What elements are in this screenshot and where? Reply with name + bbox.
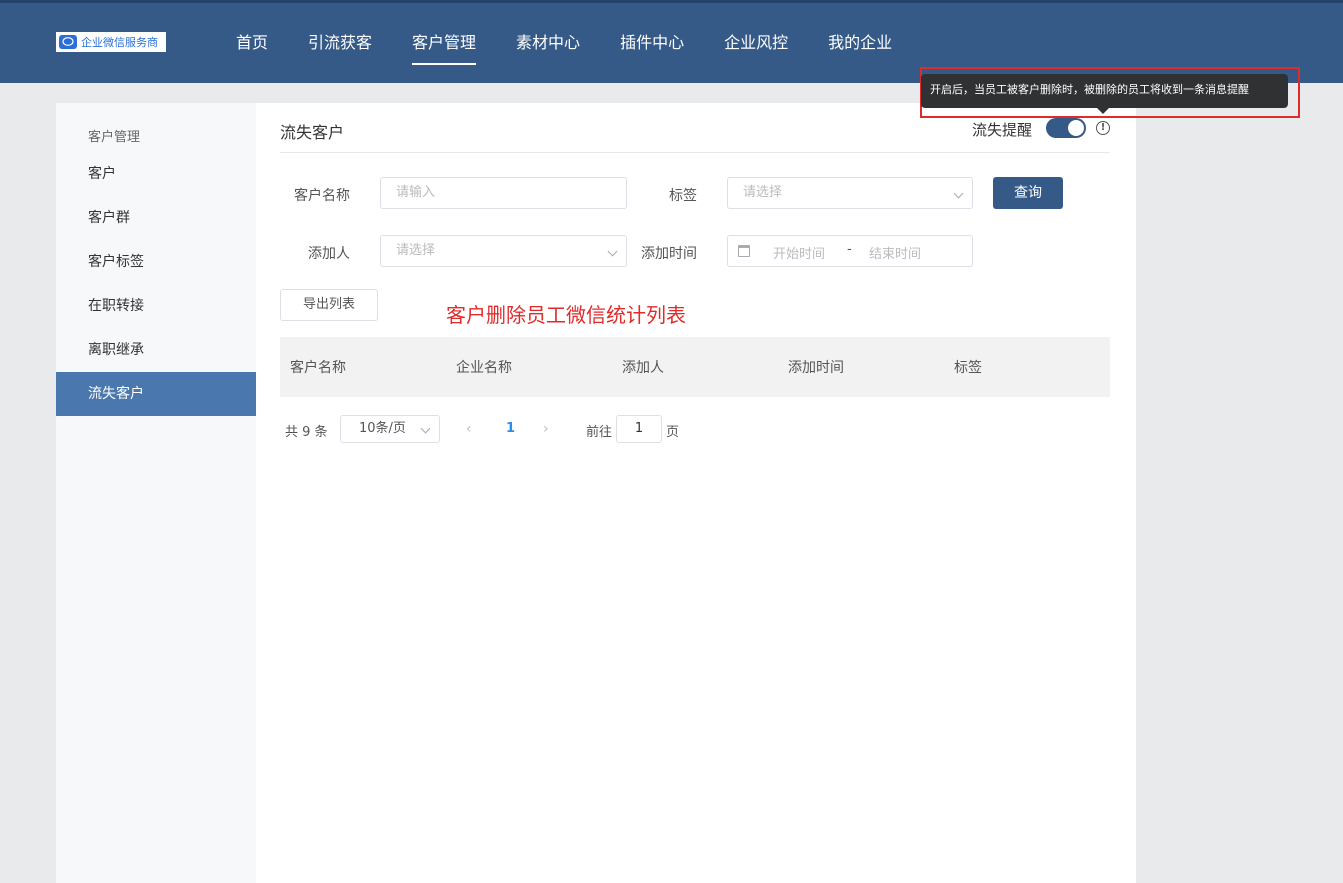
column-header: 企业名称	[456, 360, 512, 376]
customer-name-input[interactable]: 请输入	[380, 177, 627, 209]
column-header: 客户名称	[290, 360, 346, 376]
column-header: 标签	[954, 360, 982, 376]
chat-bubble-icon	[59, 35, 77, 49]
search-button[interactable]: 查询	[993, 177, 1063, 209]
table-header: 客户名称 企业名称 添加人 添加时间 标签	[280, 337, 1110, 397]
sidebar-item-onjob-transfer[interactable]: 在职转接	[56, 284, 256, 328]
sidebar: 客户管理 客户 客户群 客户标签 在职转接 离职继承 流失客户	[56, 103, 256, 883]
loss-reminder-toggle[interactable]	[1046, 118, 1086, 138]
goto-label: 前往	[586, 425, 613, 440]
goto-page-input[interactable]: 1	[616, 415, 662, 443]
adder-select[interactable]: 请选择	[380, 235, 627, 267]
add-time-range-picker[interactable]: 开始时间 - 结束时间	[727, 235, 973, 267]
reminder-tooltip: 开启后，当员工被客户删除时，被删除的员工将收到一条消息提醒	[921, 74, 1288, 108]
end-time-input[interactable]: 结束时间	[869, 243, 921, 262]
main-panel: 流失客户 流失提醒 ! 客户名称 请输入 标签 请选择 查询 添加人 请选择 添…	[256, 103, 1136, 883]
page-title: 流失客户	[280, 123, 345, 142]
sidebar-item-resigned-inheritance[interactable]: 离职继承	[56, 328, 256, 372]
tooltip-arrow	[1097, 108, 1109, 114]
column-header: 添加时间	[788, 360, 844, 376]
sidebar-item-customers[interactable]: 客户	[56, 152, 256, 196]
nav-item-customer-management[interactable]: 客户管理	[412, 3, 477, 83]
main-nav: 首页 引流获客 客户管理 素材中心 插件中心 企业风控 我的企业	[236, 3, 932, 83]
add-time-label: 添加时间	[641, 246, 697, 262]
adder-label: 添加人	[308, 246, 350, 262]
loss-reminder-label: 流失提醒	[972, 121, 1033, 139]
page-size-value: 10条/页	[359, 421, 406, 436]
start-time-input[interactable]: 开始时间	[773, 243, 825, 262]
tag-label: 标签	[669, 188, 697, 204]
prev-page-icon[interactable]: ‹	[466, 421, 472, 437]
nav-item-plugins[interactable]: 插件中心	[620, 3, 684, 83]
divider	[280, 152, 1110, 153]
sidebar-item-lost-customers[interactable]: 流失客户	[56, 372, 256, 416]
pagination-total: 共 9 条	[285, 425, 328, 440]
page-size-select[interactable]: 10条/页	[340, 415, 440, 443]
range-separator: -	[847, 242, 852, 257]
next-page-icon[interactable]: ›	[543, 421, 549, 437]
calendar-icon	[738, 245, 750, 257]
nav-item-my-enterprise[interactable]: 我的企业	[828, 3, 892, 83]
nav-item-lead-generation[interactable]: 引流获客	[308, 3, 372, 83]
logo[interactable]: 企业微信服务商	[56, 32, 166, 52]
chevron-down-icon	[953, 188, 964, 199]
nav-item-risk-control[interactable]: 企业风控	[724, 3, 788, 83]
adder-select-placeholder: 请选择	[396, 243, 436, 258]
sidebar-item-customer-groups[interactable]: 客户群	[56, 196, 256, 240]
chevron-down-icon	[607, 246, 618, 257]
tag-select-placeholder: 请选择	[743, 185, 783, 200]
customer-name-label: 客户名称	[294, 188, 350, 204]
page-suffix: 页	[666, 425, 680, 440]
export-list-button[interactable]: 导出列表	[280, 289, 378, 321]
logo-text: 企业微信服务商	[81, 36, 158, 49]
tag-select[interactable]: 请选择	[727, 177, 973, 209]
chevron-down-icon	[420, 423, 431, 434]
nav-item-home[interactable]: 首页	[236, 3, 268, 83]
sidebar-title: 客户管理	[88, 130, 141, 145]
page-number[interactable]: 1	[506, 421, 515, 436]
info-icon[interactable]: !	[1096, 121, 1110, 135]
annotation-text: 客户删除员工微信统计列表	[446, 303, 686, 327]
column-header: 添加人	[622, 360, 664, 376]
nav-item-materials[interactable]: 素材中心	[516, 3, 580, 83]
sidebar-item-customer-tags[interactable]: 客户标签	[56, 240, 256, 284]
toggle-knob	[1068, 120, 1084, 136]
